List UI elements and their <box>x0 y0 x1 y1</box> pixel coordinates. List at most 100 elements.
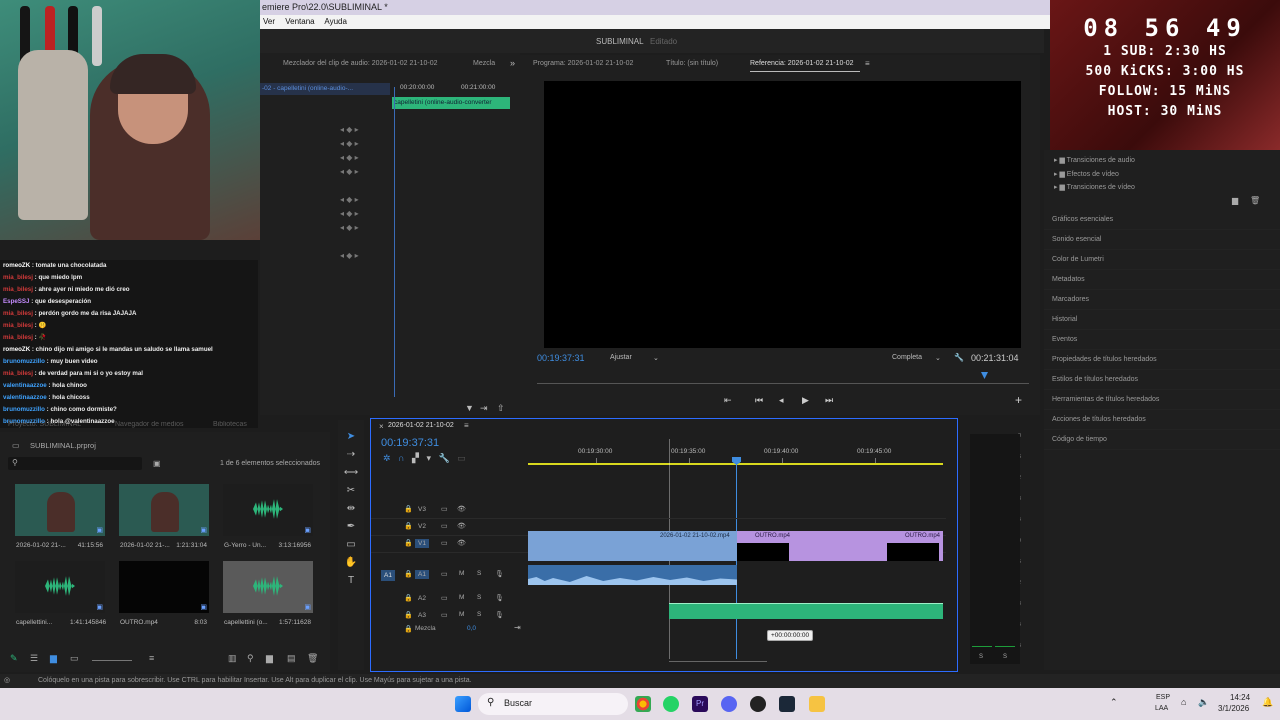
panel-item[interactable]: Sonido esencial <box>1044 230 1280 250</box>
audio-clip[interactable] <box>528 565 737 585</box>
chat-username[interactable]: romeoZK <box>3 262 30 269</box>
chat-username[interactable]: brunomuzzillo <box>3 406 45 413</box>
steam-icon[interactable] <box>779 696 795 712</box>
snap-icon[interactable]: ∩ <box>398 453 404 463</box>
tab-project[interactable]: Proyecto: SUBLIMINAL <box>8 421 81 428</box>
effects-folder-audio-transitions[interactable]: ▸ ▆ Transiciones de audio <box>1054 154 1135 168</box>
start-icon[interactable] <box>455 696 471 712</box>
type-tool-icon[interactable]: T <box>338 572 364 590</box>
add-button-icon[interactable]: + <box>1015 393 1022 407</box>
project-search-input[interactable]: ⚲ <box>8 457 142 470</box>
sequence-tab[interactable]: 2026-01-02 21-10-02 <box>388 422 454 429</box>
track-label-a1[interactable]: A1 <box>415 570 429 579</box>
panel-menu-icon[interactable]: ≡ <box>865 59 870 68</box>
whatsapp-icon[interactable] <box>663 696 679 712</box>
track-label-v2[interactable]: V2 <box>415 522 429 531</box>
panel-item[interactable]: Historial <box>1044 310 1280 330</box>
go-to-out-icon[interactable]: ⏭ <box>825 395 833 406</box>
tab-audio-mixer[interactable]: Mezcla <box>473 60 495 67</box>
new-search-bin-icon[interactable]: ▣ <box>153 459 161 468</box>
close-icon[interactable]: × <box>379 422 384 431</box>
source-patch-a1[interactable]: A1 <box>381 570 395 581</box>
automate-icon[interactable]: ▥ <box>228 653 237 664</box>
project-thumbnail[interactable]: ▣ <box>119 561 209 613</box>
freeform-view-icon[interactable]: ▭ <box>70 653 79 664</box>
play-icon[interactable]: ▶ <box>802 395 809 406</box>
export-icon[interactable]: ⇧ <box>497 403 505 414</box>
tab-libraries[interactable]: Bibliotecas <box>213 421 247 428</box>
panel-item[interactable]: Marcadores <box>1044 290 1280 310</box>
chat-username[interactable]: romeoZK <box>3 346 30 353</box>
tab-audio-clip-mixer[interactable]: Mezclador del clip de audio: 2026-01-02 … <box>283 60 438 67</box>
lock-icon[interactable]: 🔒 <box>404 594 413 602</box>
filter-icon[interactable]: ▼ <box>465 403 474 413</box>
notification-icon[interactable]: 🔔 <box>1262 697 1273 708</box>
program-scrubber[interactable] <box>537 383 1029 384</box>
quality-dropdown[interactable]: Completa <box>892 354 922 361</box>
mark-in-icon[interactable]: ⇤ <box>724 395 732 406</box>
solo-button[interactable]: S <box>477 570 481 577</box>
chevron-down-icon[interactable]: ⌄ <box>653 354 659 362</box>
slip-tool-icon[interactable]: ⇹ <box>338 500 364 518</box>
insert-icon[interactable]: ⇥ <box>480 403 488 414</box>
solo-left[interactable]: S <box>979 654 983 660</box>
source-playhead[interactable] <box>394 87 395 397</box>
pen-tool-icon[interactable]: ✒ <box>338 518 364 536</box>
eye-icon[interactable]: 👁 <box>457 505 466 513</box>
timeline-timecode[interactable]: 00:19:37:31 <box>381 437 439 449</box>
program-timecode[interactable]: 00:19:37:31 <box>537 353 585 363</box>
premiere-icon[interactable]: Pr <box>692 696 708 712</box>
panel-item[interactable]: Acciones de títulos heredados <box>1044 410 1280 430</box>
clip-track-label[interactable]: -02 - capelletini (online-audio-... <box>260 83 390 95</box>
video-clip[interactable]: 2026-01-02 21-10-02.mp4 <box>528 531 737 561</box>
lock-icon[interactable]: 🔒 <box>404 611 413 619</box>
chat-username[interactable]: mia_bilesj <box>3 322 33 329</box>
menu-ayuda[interactable]: Ayuda <box>324 17 347 26</box>
go-to-end-icon[interactable]: ⇥ <box>514 623 521 632</box>
mute-button[interactable]: M <box>459 611 464 618</box>
go-to-in-icon[interactable]: ⏮ <box>755 395 763 406</box>
delete-icon[interactable]: 🗑 <box>1250 196 1260 205</box>
volume-icon[interactable]: 🔈 <box>1198 697 1209 708</box>
sort-icon[interactable]: ≡ <box>149 653 154 663</box>
chat-username[interactable]: mia_bilesj <box>3 334 33 341</box>
lock-icon[interactable]: 🔒 <box>404 539 413 547</box>
obs-icon[interactable] <box>750 696 766 712</box>
panel-item[interactable]: Eventos <box>1044 330 1280 350</box>
menu-ver[interactable]: Ver <box>263 17 275 26</box>
chat-username[interactable]: valentinaazzoe <box>3 394 47 401</box>
panel-item[interactable]: Propiedades de títulos heredados <box>1044 350 1280 370</box>
razor-tool-icon[interactable]: ✂ <box>338 482 364 500</box>
project-thumbnail[interactable]: ▣ <box>15 484 105 536</box>
track-label-v1[interactable]: V1 <box>415 539 429 548</box>
panel-overflow-icon[interactable]: » <box>510 58 515 68</box>
new-bin-icon[interactable]: ▆ <box>1232 196 1238 205</box>
tab-media-browser[interactable]: Navegador de medios <box>115 421 184 428</box>
program-video-frame[interactable] <box>544 81 1021 348</box>
video-clip[interactable]: OUTRO.mp4 <box>887 531 943 561</box>
eye-icon[interactable]: 👁 <box>457 522 466 530</box>
sync-lock-icon[interactable]: ▭ <box>441 505 448 513</box>
pencil-icon[interactable]: ✎ <box>10 653 18 664</box>
lock-icon[interactable]: 🔒 <box>404 570 413 578</box>
tab-program[interactable]: Programa: 2026-01-02 21-10-02 <box>533 60 633 67</box>
project-thumbnail[interactable]: ▣ <box>223 561 313 613</box>
icon-view-icon[interactable]: ▆ <box>50 653 57 664</box>
mute-button[interactable]: M <box>459 570 464 577</box>
timeline-scrollbar[interactable] <box>669 661 767 662</box>
delete-icon[interactable]: 🗑 <box>307 653 318 664</box>
taskbar-time[interactable]: 14:24 <box>1230 693 1250 702</box>
project-thumbnail[interactable]: ▣ <box>119 484 209 536</box>
sync-lock-icon[interactable]: ▭ <box>441 611 448 619</box>
linked-selection-icon[interactable]: ▞ <box>412 453 419 463</box>
ripple-edit-tool-icon[interactable]: ⟷ <box>338 464 364 482</box>
sync-lock-icon[interactable]: ▭ <box>441 539 448 547</box>
track-label-a3[interactable]: A3 <box>415 611 429 620</box>
fit-dropdown[interactable]: Ajustar <box>610 354 632 361</box>
panel-item[interactable]: Código de tiempo <box>1044 430 1280 450</box>
panel-item[interactable]: Gráficos esenciales <box>1044 210 1280 230</box>
mute-button[interactable]: M <box>459 594 464 601</box>
chat-username[interactable]: mia_bilesj <box>3 310 33 317</box>
microphone-icon[interactable]: 🎙 <box>495 611 504 619</box>
marker-icon[interactable]: ▾ <box>426 453 431 463</box>
